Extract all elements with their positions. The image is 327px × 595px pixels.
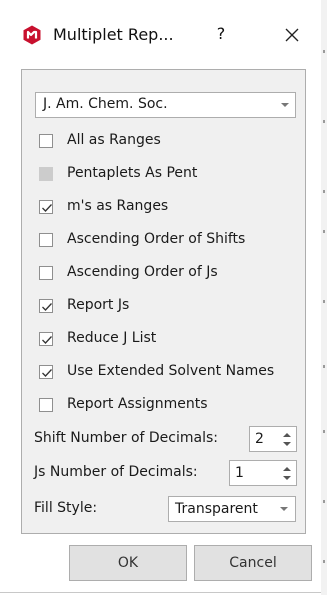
edge-mark xyxy=(323,120,325,123)
shift-decimals-spinbox[interactable]: 2 xyxy=(249,426,297,452)
checkbox-disabled xyxy=(39,167,53,181)
checkbox[interactable] xyxy=(39,200,53,214)
close-button[interactable] xyxy=(278,21,306,49)
option-label: Pentaplets As Pent xyxy=(67,165,198,181)
edge-mark xyxy=(323,560,325,563)
option-label: Ascending Order of Js xyxy=(67,264,218,280)
window-title: Multiplet Rep... xyxy=(53,25,174,44)
multiplet-report-dialog: Multiplet Rep... ? J. Am. Chem. Soc. All… xyxy=(0,0,321,595)
option-label: Reduce J List xyxy=(67,330,157,346)
checkbox[interactable] xyxy=(39,134,53,148)
journal-format-value: J. Am. Chem. Soc. xyxy=(43,96,168,112)
ok-button[interactable]: OK xyxy=(69,545,187,581)
fill-style-value: Transparent xyxy=(175,501,258,517)
spin-down-icon[interactable] xyxy=(283,442,291,446)
js-decimals-spinbox[interactable]: 1 xyxy=(229,460,297,486)
spin-down-icon[interactable] xyxy=(283,476,291,480)
checkbox[interactable] xyxy=(39,299,53,313)
checkmark-icon xyxy=(42,336,52,344)
edge-mark xyxy=(323,365,325,368)
window-bottom-border xyxy=(0,592,321,593)
help-button[interactable]: ? xyxy=(209,22,233,46)
chevron-down-icon xyxy=(281,103,289,107)
shift-decimals-label: Shift Number of Decimals: xyxy=(34,430,219,446)
option-label: m's as Ranges xyxy=(67,198,169,214)
option-label: All as Ranges xyxy=(67,132,161,148)
spin-up-icon[interactable] xyxy=(283,433,291,437)
window-edge xyxy=(321,0,327,595)
chevron-down-icon xyxy=(280,507,288,511)
checkbox[interactable] xyxy=(39,332,53,346)
edge-mark xyxy=(323,300,325,303)
cancel-button[interactable]: Cancel xyxy=(194,545,312,581)
fill-style-select[interactable]: Transparent xyxy=(168,496,296,522)
js-decimals-label: Js Number of Decimals: xyxy=(34,464,198,480)
checkbox[interactable] xyxy=(39,365,53,379)
spin-up-icon[interactable] xyxy=(283,467,291,471)
checkmark-icon xyxy=(42,369,52,377)
edge-mark xyxy=(323,230,325,233)
edge-mark xyxy=(323,430,325,433)
checkmark-icon xyxy=(42,303,52,311)
edge-mark xyxy=(323,50,325,53)
fill-style-row: Fill Style: xyxy=(34,496,164,522)
option-label: Report Js xyxy=(67,297,130,313)
option-label: Report Assignments xyxy=(67,396,208,412)
close-icon xyxy=(285,28,299,42)
option-label: Ascending Order of Shifts xyxy=(67,231,246,247)
title-bar: Multiplet Rep... ? xyxy=(0,0,321,66)
checkbox[interactable] xyxy=(39,266,53,280)
edge-mark xyxy=(323,190,325,193)
checkbox[interactable] xyxy=(39,233,53,247)
checkmark-icon xyxy=(42,204,52,212)
fill-style-label: Fill Style: xyxy=(34,500,98,516)
js-decimals-value: 1 xyxy=(235,465,244,481)
options-panel: J. Am. Chem. Soc. All as Ranges Pentaple… xyxy=(21,69,306,534)
journal-format-select[interactable]: J. Am. Chem. Soc. xyxy=(35,92,296,118)
edge-mark xyxy=(323,500,325,503)
mnova-logo-icon xyxy=(23,25,41,45)
checkbox[interactable] xyxy=(39,398,53,412)
option-label: Use Extended Solvent Names xyxy=(67,363,275,379)
shift-decimals-value: 2 xyxy=(255,431,264,447)
